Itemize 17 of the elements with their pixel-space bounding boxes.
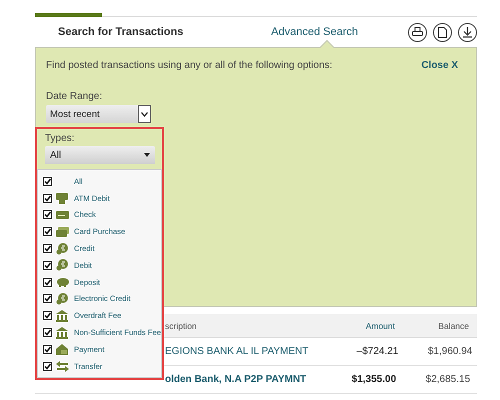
- description-cell: olden Bank, N.A P2P PAYMNT: [165, 374, 306, 385]
- amount-cell-text: $1,355.00: [350, 374, 396, 385]
- column-header: Amount: [364, 320, 395, 330]
- advanced-search-link[interactable]: Advanced Search: [271, 26, 358, 38]
- balance-cell-text: $1,960.94: [426, 346, 474, 357]
- column-header: scription: [165, 320, 198, 330]
- types-label: Types:: [45, 133, 76, 144]
- date-range-label: Date Range:: [46, 91, 104, 102]
- types-select[interactable]: All: [45, 146, 155, 164]
- column-header: Balance: [437, 320, 470, 330]
- description-cell: EGIONS BANK AL IL PAYMENT: [165, 346, 308, 357]
- instructions-text: Find posted transactions using any or all of the following options:: [46, 60, 332, 71]
- section-title: Search for Transactions: [58, 26, 184, 38]
- date-range-select[interactable]: Most recent: [46, 105, 151, 123]
- amount-cell-text: –$724.21: [356, 346, 398, 357]
- close-link[interactable]: Close X: [421, 60, 458, 71]
- balance-cell-text: $2,685.15: [424, 374, 472, 385]
